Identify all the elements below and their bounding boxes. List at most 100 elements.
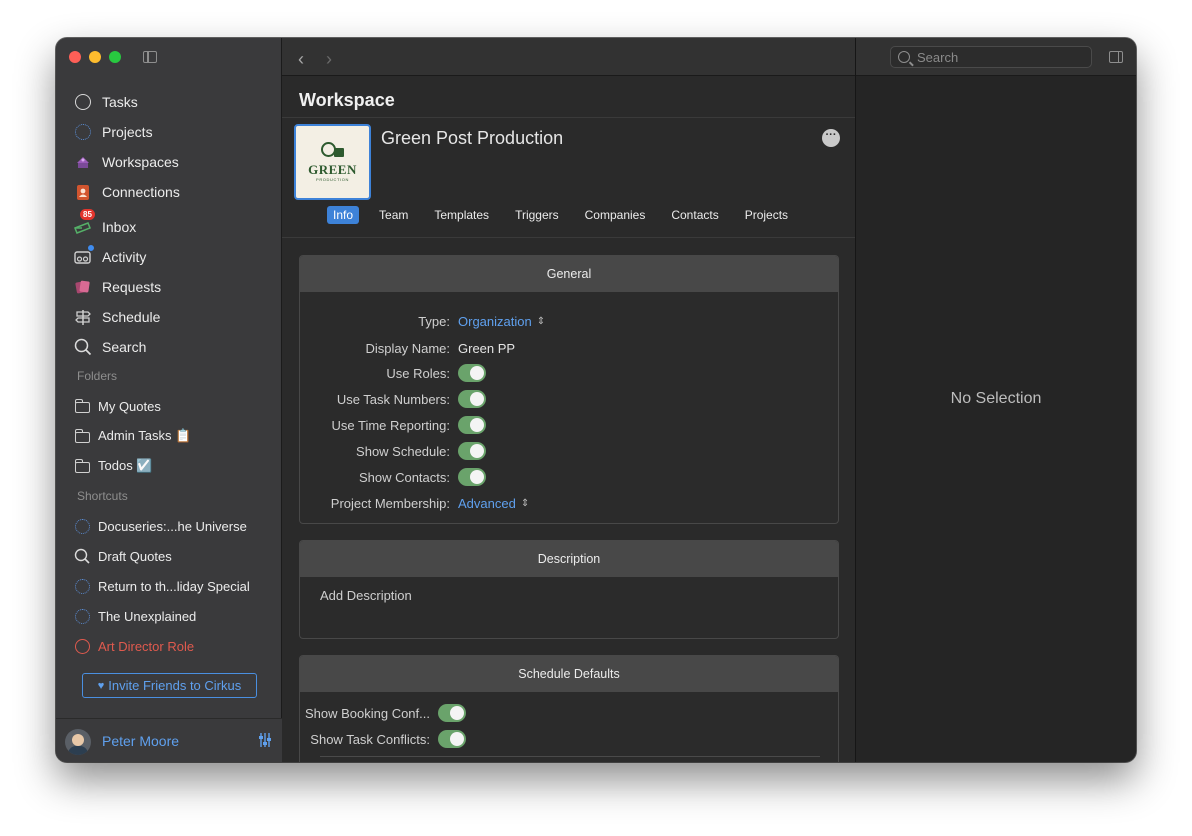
tab-projects[interactable]: Projects <box>745 206 788 224</box>
sidebar-item-inbox[interactable]: 85 Inbox <box>74 209 274 239</box>
inspector-toggle-icon[interactable] <box>1109 51 1123 63</box>
sidebar-folder-my-quotes[interactable]: My Quotes <box>74 394 274 418</box>
toggle-row: Use Time Reporting: <box>300 415 486 435</box>
sidebar-shortcut-unexplained[interactable]: The Unexplained <box>74 604 274 628</box>
tab-templates[interactable]: Templates <box>434 206 489 224</box>
use-roles-toggle[interactable] <box>458 364 486 382</box>
type-select[interactable]: Organization <box>458 314 532 329</box>
display-name-field[interactable]: Green PP <box>458 341 515 356</box>
sidebar-item-label: Draft Quotes <box>98 548 172 564</box>
sidebar-footer: Peter Moore <box>56 718 282 762</box>
card-title: General <box>300 256 838 292</box>
inspector-pane: No Selection <box>855 38 1136 762</box>
search-icon <box>74 548 90 564</box>
show-contacts-toggle[interactable] <box>458 468 486 486</box>
inbox-badge: 85 <box>80 209 95 220</box>
toggle-row: Use Roles: <box>300 363 486 383</box>
description-card: Description Add Description <box>299 540 839 639</box>
sidebar-item-requests[interactable]: Requests <box>74 275 274 299</box>
forward-chevron-icon[interactable]: › <box>326 49 332 70</box>
field-label: Display Name: <box>365 340 450 356</box>
activity-indicator <box>87 244 95 252</box>
field-label: Show Schedule: <box>356 443 450 459</box>
updown-chevron-icon[interactable]: ⇕ <box>537 316 545 327</box>
minimize-window-button[interactable] <box>89 51 101 63</box>
toggle-row: Show Booking Conf... <box>300 703 466 723</box>
zoom-window-button[interactable] <box>109 51 121 63</box>
membership-row: Project Membership: Advanced ⇕ <box>300 493 529 513</box>
sidebar-item-label: Return to th...liday Special <box>98 578 250 594</box>
search-input[interactable] <box>917 49 1087 65</box>
search-field[interactable] <box>890 46 1092 68</box>
toggle-row: Show Schedule: <box>300 441 486 461</box>
sidebar-shortcut-draft-quotes[interactable]: Draft Quotes <box>74 544 274 568</box>
window-controls <box>69 51 121 63</box>
tab-contacts[interactable]: Contacts <box>671 206 718 224</box>
tab-triggers[interactable]: Triggers <box>515 206 559 224</box>
sidebar-folder-admin-tasks[interactable]: Admin Tasks 📋 <box>74 424 274 448</box>
sidebar-item-workspaces[interactable]: Workspaces <box>74 150 274 174</box>
empty-state-text: No Selection <box>950 390 1042 407</box>
sidebar: Tasks Projects Workspaces Connections 85… <box>56 38 282 762</box>
use-time-reporting-toggle[interactable] <box>458 416 486 434</box>
inspector-toolbar <box>856 38 1136 76</box>
sidebar-item-schedule[interactable]: Schedule <box>74 305 274 329</box>
more-options-button[interactable]: ··· <box>822 129 840 147</box>
sliders-icon[interactable] <box>258 732 272 748</box>
show-booking-conflicts-toggle[interactable] <box>438 704 466 722</box>
show-schedule-toggle[interactable] <box>458 442 486 460</box>
folder-icon <box>74 458 90 474</box>
workspaces-icon <box>74 153 92 171</box>
user-name[interactable]: Peter Moore <box>102 733 179 749</box>
toggle-row: Use Task Numbers: <box>300 389 486 409</box>
close-window-button[interactable] <box>69 51 81 63</box>
sidebar-toggle-icon[interactable] <box>143 51 157 63</box>
avatar[interactable] <box>65 729 91 755</box>
general-card: General Type: Organization ⇕ Display Nam… <box>299 255 839 524</box>
field-label: Use Roles: <box>386 365 450 381</box>
signpost-icon <box>74 308 92 326</box>
display-name-row: Display Name: Green PP <box>300 338 515 358</box>
sidebar-item-activity[interactable]: Activity <box>74 244 274 269</box>
workspace-logo[interactable]: GREEN PRODUCTION <box>294 124 371 200</box>
dotted-circle-icon <box>74 608 90 624</box>
field-label: Use Time Reporting: <box>331 417 451 433</box>
invite-label: Invite Friends to Cirkus <box>108 678 242 693</box>
membership-select[interactable]: Advanced <box>458 496 516 511</box>
app-window: Tasks Projects Workspaces Connections 85… <box>56 38 1136 762</box>
sidebar-shortcut-docuseries[interactable]: Docuseries:...he Universe <box>74 514 274 538</box>
sidebar-folder-todos[interactable]: Todos ☑️ <box>74 454 274 478</box>
sidebar-shortcut-return[interactable]: Return to th...liday Special <box>74 574 274 598</box>
search-icon <box>74 338 92 356</box>
search-icon <box>898 51 910 63</box>
main-pane: ‹ › Workspace GREEN PRODUCTION Green Pos… <box>282 38 855 762</box>
sidebar-item-label: Activity <box>102 249 147 265</box>
tab-team[interactable]: Team <box>379 206 408 224</box>
circle-icon <box>74 638 90 654</box>
show-task-conflicts-toggle[interactable] <box>438 730 466 748</box>
invite-friends-button[interactable]: ♥ Invite Friends to Cirkus <box>82 673 257 698</box>
updown-chevron-icon[interactable]: ⇕ <box>521 498 529 509</box>
field-label: Project Membership: <box>330 495 450 511</box>
tab-info[interactable]: Info <box>327 206 360 224</box>
use-task-numbers-toggle[interactable] <box>458 390 486 408</box>
folder-icon <box>74 428 90 444</box>
sidebar-item-label: Tasks <box>102 94 138 110</box>
sidebar-item-label: Search <box>102 339 147 355</box>
card-title: Description <box>300 541 838 577</box>
sidebar-item-tasks[interactable]: Tasks <box>74 90 274 114</box>
logo-sub: PRODUCTION <box>316 177 349 182</box>
back-chevron-icon[interactable]: ‹ <box>298 49 304 70</box>
tab-bar: Info Team Templates Triggers Companies C… <box>327 206 814 224</box>
sidebar-item-connections[interactable]: Connections <box>74 180 274 204</box>
sidebar-item-label: Requests <box>102 279 162 295</box>
folder-icon <box>74 398 90 414</box>
sidebar-item-projects[interactable]: Projects <box>74 120 274 144</box>
tab-companies[interactable]: Companies <box>585 206 646 224</box>
circle-icon <box>74 93 92 111</box>
sidebar-item-search[interactable]: Search <box>74 335 274 359</box>
requests-icon <box>74 278 92 296</box>
description-field[interactable]: Add Description <box>320 588 412 603</box>
sidebar-shortcut-art-director[interactable]: Art Director Role <box>74 634 274 658</box>
card-title: Schedule Defaults <box>300 656 838 692</box>
